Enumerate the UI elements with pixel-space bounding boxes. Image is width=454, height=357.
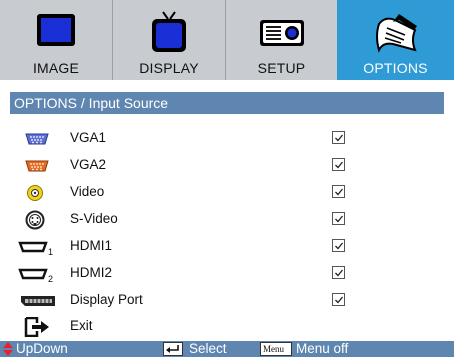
vga-connector-orange-icon xyxy=(25,160,49,172)
source-checkbox[interactable] xyxy=(332,212,345,225)
monitor-icon xyxy=(37,14,75,46)
source-checkbox[interactable] xyxy=(332,293,345,306)
displayport-connector-icon xyxy=(21,296,55,306)
exit-row[interactable]: Exit xyxy=(0,313,454,340)
menu-tab-bar: IMAGE DISPLAY SETUP OPTIONS xyxy=(0,0,454,80)
footer-hint-bar: UpDown Select Menu Menu off xyxy=(0,341,454,357)
source-row-s-video[interactable]: S-Video xyxy=(0,206,454,233)
source-row-video[interactable]: Video xyxy=(0,179,454,206)
tab-setup[interactable]: SETUP xyxy=(225,0,337,80)
projector-icon xyxy=(259,20,304,46)
tab-label: SETUP xyxy=(257,60,306,76)
tab-label: OPTIONS xyxy=(363,60,428,76)
tab-label: IMAGE xyxy=(32,60,80,76)
notepad-icon xyxy=(375,14,417,53)
tab-options[interactable]: OPTIONS xyxy=(337,0,454,80)
source-label: HDMI2 xyxy=(70,265,113,280)
source-row-vga1[interactable]: VGA1 xyxy=(0,125,454,152)
rca-video-icon xyxy=(27,185,43,201)
tv-icon xyxy=(152,11,186,52)
hdmi2-connector-icon: 2 xyxy=(18,268,53,284)
source-checkbox[interactable] xyxy=(332,185,345,198)
s-video-connector-icon xyxy=(25,210,45,230)
up-down-arrows-icon xyxy=(3,342,13,356)
menu-key-label: Menu xyxy=(263,344,284,354)
source-label: VGA2 xyxy=(70,157,107,172)
menu-off-hint: Menu off xyxy=(296,341,349,356)
tab-label: DISPLAY xyxy=(139,60,199,76)
source-checkbox[interactable] xyxy=(332,239,345,252)
source-row-vga2[interactable]: VGA2 xyxy=(0,152,454,179)
source-checkbox[interactable] xyxy=(332,131,345,144)
hdmi1-connector-icon: 1 xyxy=(18,241,53,257)
projector-osd-menu: IMAGE DISPLAY SETUP OPTIONS OPTIONS / In… xyxy=(0,0,454,357)
source-checkbox[interactable] xyxy=(332,158,345,171)
svg-text:2: 2 xyxy=(48,274,53,284)
source-label: S-Video xyxy=(70,211,118,226)
source-row-display-port[interactable]: Display Port xyxy=(0,287,454,314)
source-label: Video xyxy=(70,184,105,199)
menu-key-icon: Menu xyxy=(260,342,292,356)
svg-text:1: 1 xyxy=(48,247,53,257)
tab-image[interactable]: IMAGE xyxy=(0,0,112,80)
source-row-hdmi2[interactable]: 2 HDMI2 xyxy=(0,260,454,287)
tab-display[interactable]: DISPLAY xyxy=(112,0,225,80)
source-row-hdmi1[interactable]: 1 HDMI1 xyxy=(0,233,454,260)
updown-hint: UpDown xyxy=(16,341,68,356)
select-hint: Select xyxy=(189,341,227,356)
enter-key-icon xyxy=(163,342,183,356)
source-label: HDMI1 xyxy=(70,238,113,253)
source-label: VGA1 xyxy=(70,130,107,145)
source-label: Display Port xyxy=(70,292,143,307)
exit-label: Exit xyxy=(70,318,93,333)
vga-connector-blue-icon xyxy=(25,133,49,145)
source-checkbox[interactable] xyxy=(332,266,345,279)
page-title: OPTIONS / Input Source xyxy=(10,92,444,114)
exit-arrow-icon xyxy=(24,317,49,337)
